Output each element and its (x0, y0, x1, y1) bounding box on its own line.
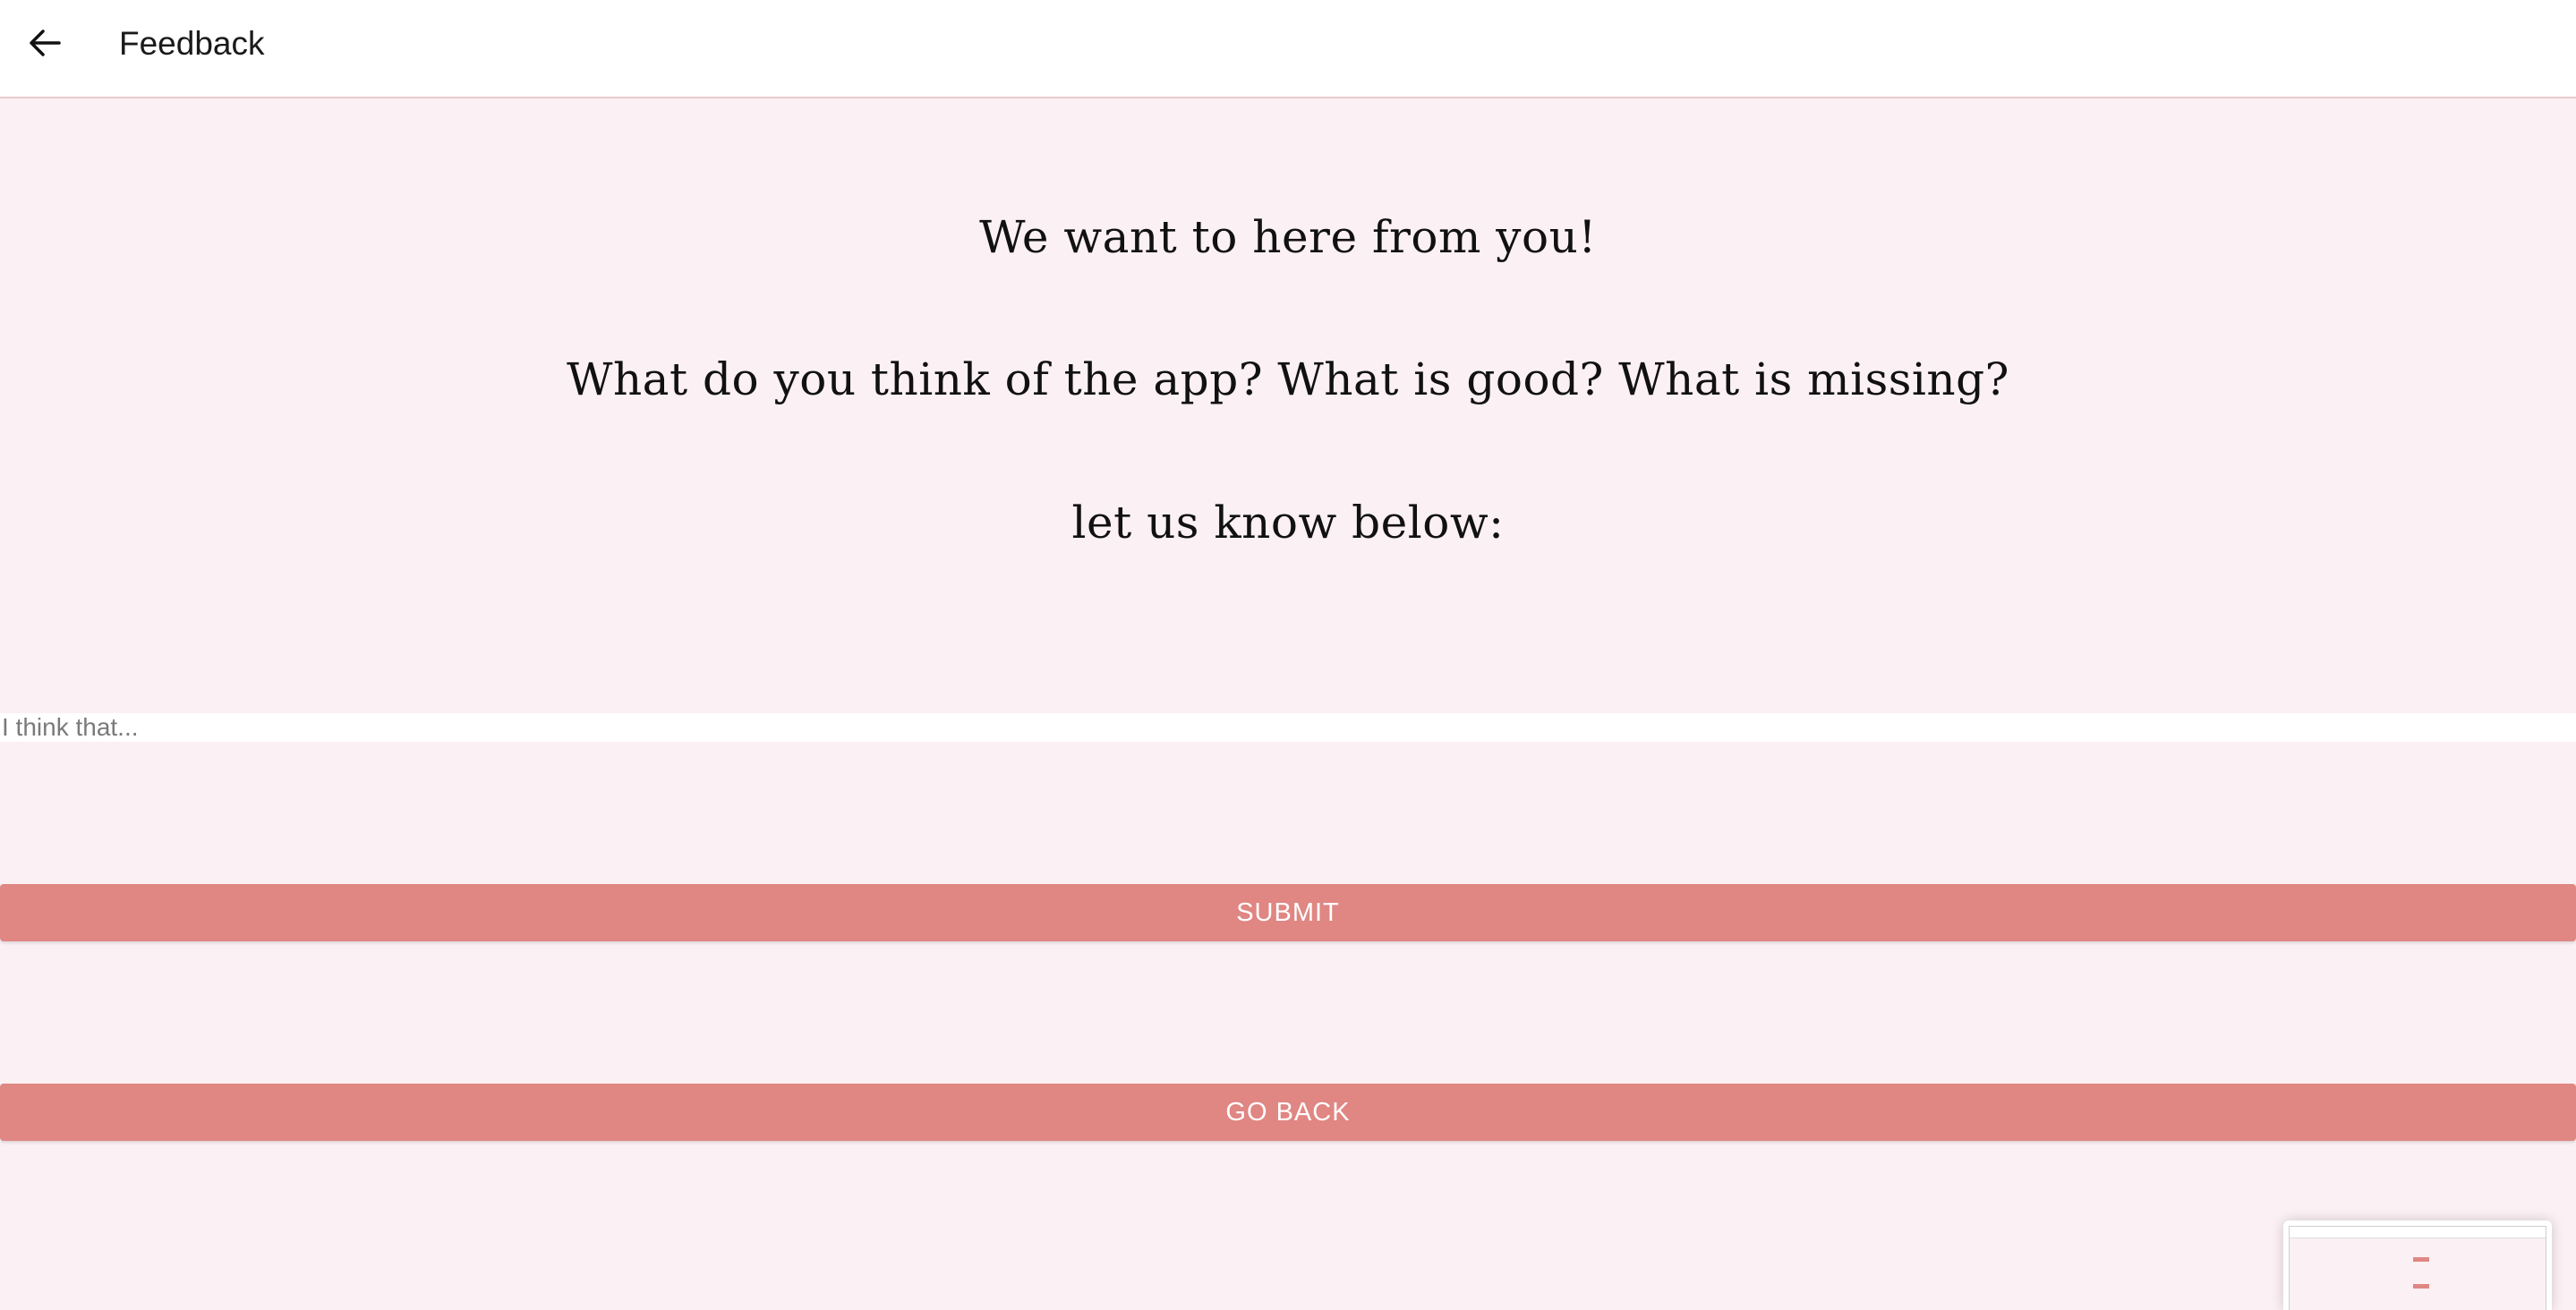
headline-intro: We want to here from you! (979, 211, 1597, 263)
arrow-left-icon (30, 30, 61, 56)
thumbnail-submit-mark (2413, 1257, 2429, 1262)
back-button[interactable] (20, 18, 70, 68)
submit-button[interactable]: SUBMIT (0, 884, 2576, 941)
headline-question: What do you think of the app? What is go… (567, 353, 2009, 405)
screen-preview-thumbnail[interactable] (2283, 1221, 2552, 1310)
top-app-bar: Feedback (0, 0, 2576, 98)
feedback-input[interactable] (0, 713, 2576, 742)
thumbnail-header (2290, 1227, 2546, 1238)
thumbnail-goback-mark (2413, 1284, 2429, 1289)
headline-prompt: let us know below: (1071, 497, 1505, 549)
thumbnail-screen (2289, 1226, 2546, 1310)
go-back-button[interactable]: GO BACK (0, 1084, 2576, 1141)
page-title: Feedback (119, 25, 265, 62)
